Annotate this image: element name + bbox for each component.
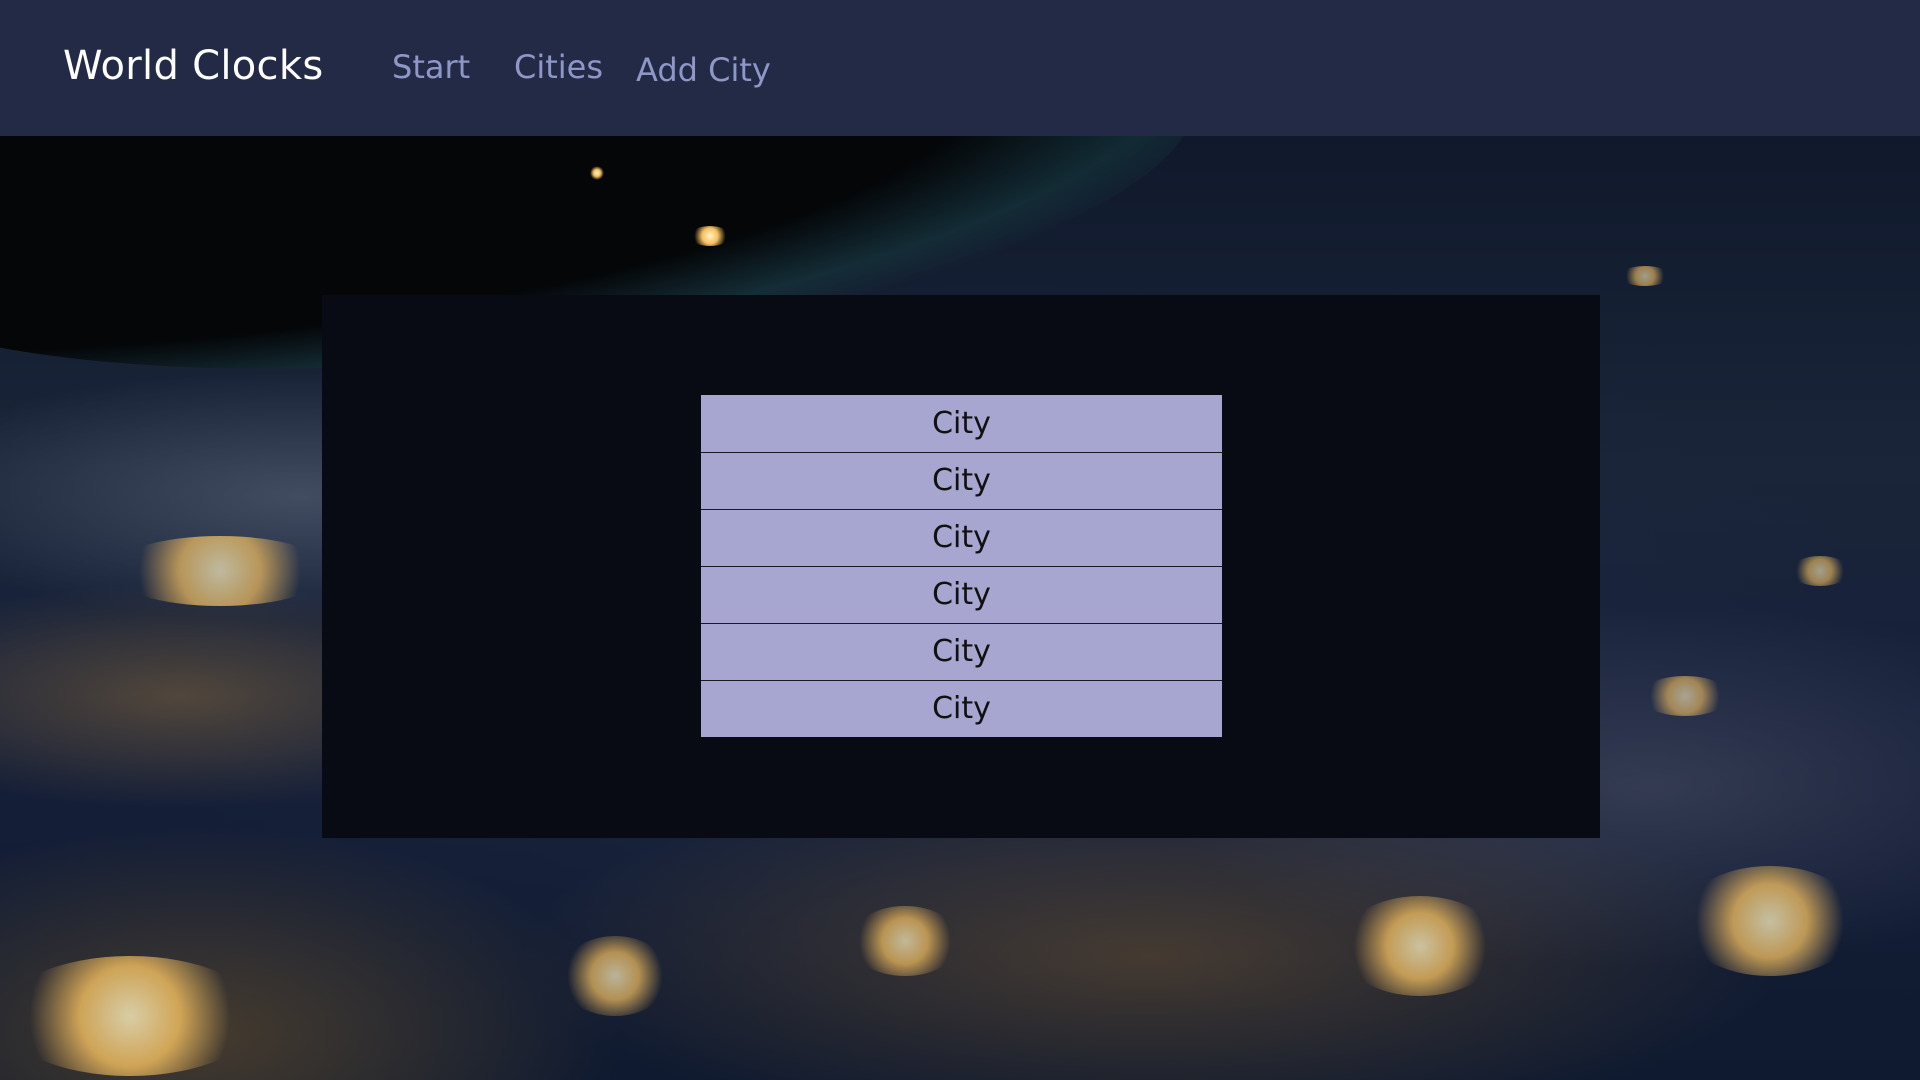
- city-cell[interactable]: City: [701, 566, 1222, 624]
- city-cell[interactable]: City: [701, 452, 1222, 510]
- city-lights: [1640, 676, 1730, 716]
- table-row[interactable]: City: [701, 623, 1222, 681]
- table-row[interactable]: City: [701, 509, 1222, 567]
- brand-title[interactable]: World Clocks: [63, 43, 323, 89]
- nav-link-add-city[interactable]: Add City: [636, 51, 771, 89]
- city-cell[interactable]: City: [701, 395, 1222, 453]
- city-lights: [590, 166, 604, 180]
- city-lights: [110, 536, 330, 606]
- table-row[interactable]: City: [701, 566, 1222, 624]
- nav-link-start[interactable]: Start: [392, 48, 470, 86]
- table-row[interactable]: City: [701, 395, 1222, 453]
- city-lights: [560, 936, 670, 1016]
- table-row[interactable]: City: [701, 452, 1222, 510]
- city-lights: [0, 956, 260, 1076]
- city-lights: [690, 226, 730, 246]
- city-cell[interactable]: City: [701, 623, 1222, 681]
- navbar: World Clocks Start Cities Add City: [0, 0, 1920, 136]
- cities-panel: City City City City City City: [322, 295, 1600, 838]
- city-cell[interactable]: City: [701, 680, 1222, 737]
- city-lights: [1340, 896, 1500, 996]
- city-cell[interactable]: City: [701, 509, 1222, 567]
- city-lights: [1620, 266, 1670, 286]
- city-lights: [1790, 556, 1850, 586]
- city-table: City City City City City City: [701, 395, 1222, 737]
- table-row[interactable]: City: [701, 680, 1222, 737]
- nav-link-cities[interactable]: Cities: [514, 48, 603, 86]
- city-lights: [1680, 866, 1860, 976]
- city-lights: [850, 906, 960, 976]
